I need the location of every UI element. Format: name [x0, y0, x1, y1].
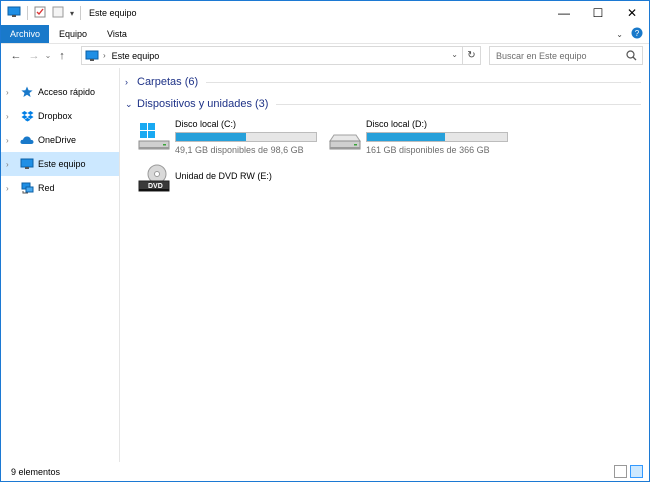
windows-drive-icon [135, 119, 173, 155]
drive-usage-fill [367, 133, 446, 141]
network-icon [19, 181, 35, 195]
expand-chevron-icon[interactable]: › [6, 184, 16, 193]
drive-name: Unidad de DVD RW (E:) [175, 171, 272, 181]
group-divider [206, 81, 641, 83]
expand-chevron-icon[interactable]: › [6, 136, 16, 145]
properties-icon[interactable] [34, 6, 46, 20]
back-button[interactable]: ← [7, 46, 25, 66]
breadcrumb-item[interactable]: Este equipo [112, 51, 160, 61]
sidebar-item-acceso-rapido[interactable]: › Acceso rápido [1, 80, 119, 104]
computer-icon [85, 50, 99, 62]
window-title: Este equipo [89, 8, 137, 18]
drive-info: Disco local (C:) 49,1 GB disponibles de … [175, 119, 317, 155]
navigation-bar: ← → ⌄ ↑ › Este equipo ⌄ ↻ Buscar en Este… [1, 43, 649, 67]
search-input[interactable]: Buscar en Este equipo [489, 46, 643, 65]
recent-locations-icon[interactable]: ⌄ [43, 46, 53, 66]
window-controls: — ☐ ✕ [547, 1, 649, 25]
drive-name: Disco local (C:) [175, 119, 237, 129]
expand-chevron-icon[interactable]: › [6, 160, 16, 169]
hard-drive-icon [326, 119, 364, 155]
drive-item-e[interactable]: DVD Unidad de DVD RW (E:) [135, 162, 272, 198]
search-icon [626, 50, 637, 63]
expand-ribbon-icon[interactable]: ⌄ [616, 30, 623, 39]
group-header-carpetas[interactable]: › Carpetas (6) [125, 76, 641, 88]
ribbon-tabs: Archivo Equipo Vista ⌄ ? [1, 25, 649, 43]
minimize-button[interactable]: — [547, 1, 581, 25]
sidebar-item-label: Acceso rápido [38, 87, 96, 97]
drive-usage-fill [176, 133, 246, 141]
cloud-icon [19, 133, 35, 147]
sidebar-item-onedrive[interactable]: › OneDrive [1, 128, 119, 152]
tab-vista[interactable]: Vista [97, 25, 137, 43]
tab-equipo[interactable]: Equipo [49, 25, 97, 43]
dropbox-icon [19, 109, 35, 123]
group-title: Dispositivos y unidades (3) [137, 98, 269, 110]
drive-name: Disco local (D:) [366, 119, 428, 129]
sidebar-item-label: Dropbox [38, 111, 73, 121]
new-folder-icon[interactable] [52, 6, 64, 20]
expand-chevron-icon[interactable]: › [6, 112, 16, 121]
star-icon [19, 85, 35, 99]
drive-item-c[interactable]: Disco local (C:) 49,1 GB disponibles de … [135, 119, 317, 155]
computer-icon [19, 157, 35, 171]
drive-free-space: 161 GB disponibles de 366 GB [366, 145, 490, 155]
ribbon-right-controls: ⌄ ? [616, 25, 643, 43]
breadcrumb-separator-icon[interactable]: › [103, 51, 106, 60]
refresh-button[interactable]: ↻ [462, 47, 480, 64]
sidebar-item-este-equipo[interactable]: › Este equipo [1, 152, 119, 176]
drive-usage-bar [175, 132, 317, 142]
collapsed-chevron-icon[interactable]: › [125, 77, 135, 87]
sidebar-item-label: Red [38, 183, 55, 193]
svg-text:DVD: DVD [148, 183, 163, 190]
explorer-window: ▾ Este equipo — ☐ ✕ Archivo Equipo Vista… [0, 0, 650, 482]
drive-info: Unidad de DVD RW (E:) [175, 162, 272, 198]
navigation-pane: › Acceso rápido › Dropbox › OneDrive › E… [1, 68, 120, 462]
separator [80, 6, 82, 20]
sidebar-item-dropbox[interactable]: › Dropbox [1, 104, 119, 128]
expand-chevron-icon[interactable]: › [6, 88, 16, 97]
content-pane: › Carpetas (6) ⌄ Dispositivos y unidades… [121, 68, 649, 462]
forward-button[interactable]: → [25, 46, 43, 66]
status-bar: 9 elementos [1, 462, 649, 482]
sidebar-item-label: Este equipo [38, 159, 86, 169]
tab-archivo[interactable]: Archivo [1, 25, 50, 43]
customize-dropdown-icon[interactable]: ▾ [70, 9, 74, 18]
expanded-chevron-icon[interactable]: ⌄ [125, 99, 135, 110]
svg-text:?: ? [635, 29, 640, 38]
help-icon[interactable]: ? [631, 27, 643, 42]
sidebar-item-red[interactable]: › Red [1, 176, 119, 200]
large-icons-view-icon[interactable] [630, 465, 643, 478]
group-divider [276, 103, 641, 105]
separator [27, 6, 28, 20]
close-button[interactable]: ✕ [615, 1, 649, 25]
group-header-dispositivos[interactable]: ⌄ Dispositivos y unidades (3) [125, 98, 641, 110]
quick-access-toolbar: ▾ [7, 6, 82, 20]
search-placeholder: Buscar en Este equipo [496, 50, 587, 61]
dvd-drive-icon: DVD [135, 162, 173, 198]
address-dropdown-icon[interactable]: ⌄ [451, 50, 458, 59]
drive-free-space: 49,1 GB disponibles de 98,6 GB [175, 145, 304, 155]
details-view-icon[interactable] [614, 465, 627, 478]
title-bar: ▾ Este equipo — ☐ ✕ [1, 1, 649, 25]
drive-info: Disco local (D:) 161 GB disponibles de 3… [366, 119, 508, 155]
maximize-button[interactable]: ☐ [581, 1, 615, 25]
address-bar[interactable]: › Este equipo ⌄ ↻ [81, 46, 481, 65]
item-count: 9 elementos [11, 467, 61, 477]
computer-icon[interactable] [7, 6, 21, 20]
up-button[interactable]: ↑ [53, 46, 71, 66]
group-title: Carpetas (6) [137, 76, 199, 88]
drive-usage-bar [366, 132, 508, 142]
view-switcher [614, 465, 643, 478]
drive-item-d[interactable]: Disco local (D:) 161 GB disponibles de 3… [326, 119, 508, 155]
sidebar-item-label: OneDrive [38, 135, 77, 145]
